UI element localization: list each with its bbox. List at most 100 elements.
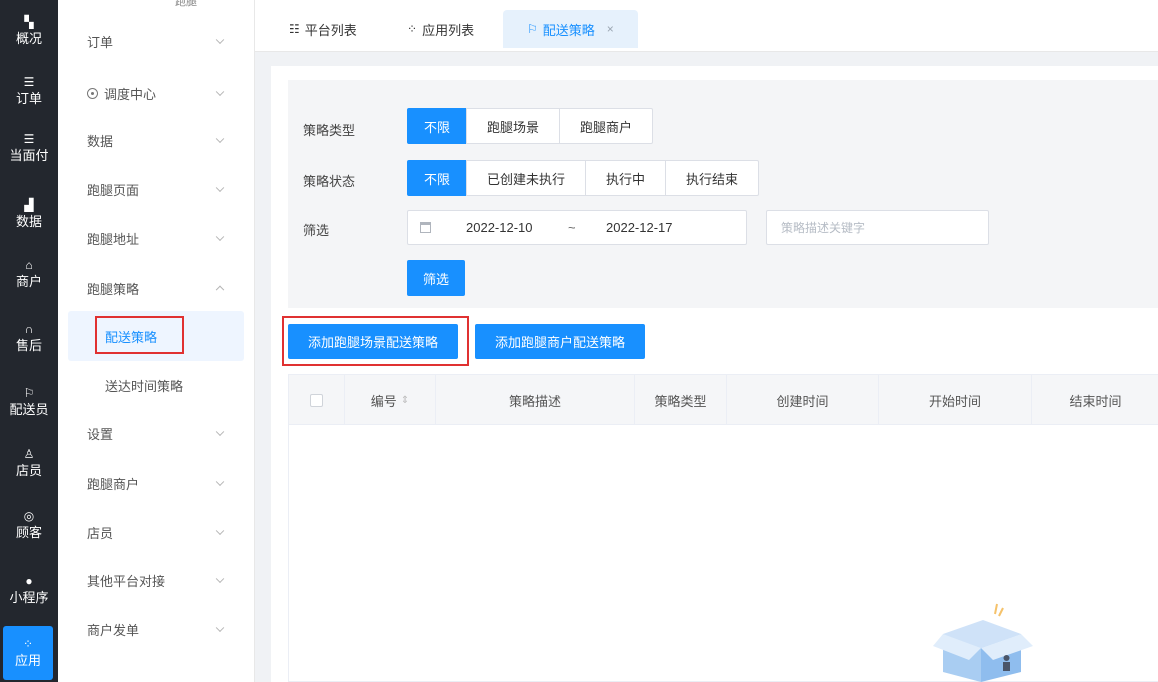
- scooter-icon: ⚐: [23, 386, 35, 400]
- headset-icon: ∩: [24, 322, 34, 336]
- date-end: 2022-12-17: [606, 220, 673, 235]
- submenu-item-label: 商户发单: [87, 622, 140, 638]
- column-header-created-at: 创建时间: [727, 375, 879, 425]
- strategy-status-option-created[interactable]: 已创建未执行: [466, 160, 587, 196]
- chevron-down-icon: [215, 477, 225, 487]
- chevron-down-icon: [215, 427, 225, 437]
- column-header-type: 策略类型: [635, 375, 727, 425]
- strategy-type-option-any[interactable]: 不限: [407, 108, 468, 144]
- submenu-item-label: 跑腿策略: [87, 281, 140, 297]
- rail-label: 概况: [15, 31, 42, 46]
- rail-item-after-sales[interactable]: ∩ 售后: [0, 309, 58, 367]
- app-rail: ▚ 概况 ☰ 订单 ☰ 当面付 ▟ 数据 ⌂ 商户 ∩ 售后 ⚐ 配送员 ♙ 店…: [0, 0, 58, 682]
- strategy-status-option-any[interactable]: 不限: [407, 160, 468, 196]
- submenu-item-label: 调度中心: [104, 86, 157, 102]
- select-all-cell: [289, 375, 345, 425]
- screen-label: 筛选: [303, 223, 330, 238]
- table-header: 编号 ⇕ 策略描述 策略类型 创建时间 开始时间 结束时间: [289, 375, 1158, 425]
- rail-item-data[interactable]: ▟ 数据: [0, 185, 58, 243]
- filter-submit-button[interactable]: 筛选: [407, 260, 466, 296]
- bar-chart-icon: ▟: [24, 198, 34, 212]
- submenu-item-errand-address[interactable]: 跑腿地址: [58, 213, 254, 263]
- column-header-label: 策略类型: [654, 393, 707, 409]
- chevron-down-icon: [215, 35, 225, 45]
- tab-label: 平台列表: [304, 22, 357, 38]
- add-merchant-strategy-button[interactable]: 添加跑腿商户配送策略: [475, 324, 646, 359]
- submenu-item-clerk[interactable]: 店员: [58, 507, 254, 557]
- chevron-down-icon: [215, 232, 225, 242]
- rail-item-clerk[interactable]: ♙ 店员: [0, 434, 58, 492]
- strategy-status-label: 策略状态: [303, 174, 356, 189]
- submenu-item-label: 配送策略: [105, 329, 158, 345]
- chevron-down-icon: [215, 623, 225, 633]
- empty-state-illustration: [933, 603, 1033, 682]
- close-icon[interactable]: ×: [607, 22, 614, 36]
- strategy-type-option-merchant[interactable]: 跑腿商户: [559, 108, 654, 144]
- rail-label: 当面付: [9, 148, 49, 163]
- chevron-down-icon: [215, 574, 225, 584]
- keyword-input[interactable]: [766, 210, 989, 245]
- submenu-group-title: 跑腿: [175, 0, 197, 8]
- tab-delivery-strategy[interactable]: ⚐ 配送策略 ×: [503, 10, 638, 48]
- wechat-icon: ●: [25, 574, 33, 588]
- submenu-item-settings[interactable]: 设置: [58, 408, 254, 458]
- add-scene-strategy-button[interactable]: 添加跑腿场景配送策略: [288, 324, 459, 359]
- submenu-item-other-platforms[interactable]: 其他平台对接: [58, 555, 254, 605]
- chevron-up-icon: [215, 285, 225, 295]
- submenu-item-errand-strategy[interactable]: 跑腿策略: [58, 263, 254, 313]
- submenu-item-dispatch-center[interactable]: 调度中心: [58, 68, 254, 118]
- date-range-picker[interactable]: 2022-12-10 ~ 2022-12-17: [407, 210, 747, 245]
- rail-label: 小程序: [9, 590, 49, 605]
- column-header-id[interactable]: 编号 ⇕: [345, 375, 436, 425]
- rail-item-customer[interactable]: ◎ 顾客: [0, 496, 58, 554]
- user-icon: ♙: [23, 447, 35, 461]
- strategy-status-option-running[interactable]: 执行中: [585, 160, 667, 196]
- strategy-type-selector: 不限 跑腿场景 跑腿商户: [407, 108, 654, 144]
- select-all-checkbox[interactable]: [310, 393, 323, 407]
- rail-label: 顾客: [15, 525, 42, 540]
- submenu-item-delivery-strategy[interactable]: 配送策略: [68, 311, 244, 361]
- calendar-icon: [420, 222, 431, 233]
- rail-item-courier[interactable]: ⚐ 配送员: [0, 373, 58, 431]
- submenu-item-label: 跑腿地址: [87, 231, 140, 247]
- rail-item-overview[interactable]: ▚ 概况: [0, 2, 58, 60]
- tab-app-list[interactable]: ⁘ 应用列表: [393, 10, 488, 48]
- column-header-description: 策略描述: [436, 375, 635, 425]
- column-header-label: 结束时间: [1069, 393, 1122, 409]
- submenu-item-data[interactable]: 数据: [58, 115, 254, 165]
- scooter-icon: ⚐: [527, 22, 538, 36]
- rail-item-merchant[interactable]: ⌂ 商户: [0, 245, 58, 303]
- tab-label: 应用列表: [422, 22, 475, 38]
- chevron-down-icon: [215, 183, 225, 193]
- shop-icon: ⌂: [25, 258, 33, 272]
- date-separator: ~: [568, 220, 576, 235]
- sub-menu: 跑腿 订单 调度中心 数据 跑腿页面 跑腿地址 跑腿策略 配送策略 送达时间策略…: [58, 0, 255, 682]
- column-header-end-time: 结束时间: [1032, 375, 1158, 425]
- sort-icon: ⇕: [400, 394, 410, 406]
- submenu-item-errand-pages[interactable]: 跑腿页面: [58, 164, 254, 214]
- submenu-item-orders[interactable]: 订单: [58, 16, 254, 66]
- rail-item-orders[interactable]: ☰ 订单: [0, 62, 58, 120]
- submenu-item-merchant-dispatch[interactable]: 商户发单: [58, 604, 254, 654]
- chevron-down-icon: [215, 526, 225, 536]
- strategy-type-label: 策略类型: [303, 123, 356, 138]
- rail-item-apps[interactable]: ⁘ 应用: [3, 626, 53, 680]
- rail-label: 应用: [14, 653, 41, 668]
- apps-icon: ⁘: [22, 637, 34, 651]
- rail-label: 数据: [15, 214, 42, 229]
- submenu-item-label: 订单: [87, 34, 114, 50]
- customer-icon: ◎: [23, 509, 35, 523]
- chevron-down-icon: [215, 87, 225, 97]
- rail-label: 配送员: [9, 402, 49, 417]
- strategy-type-option-scene[interactable]: 跑腿场景: [466, 108, 561, 144]
- platform-list-icon: ☷: [289, 22, 300, 36]
- tab-platform-list[interactable]: ☷ 平台列表: [275, 10, 371, 48]
- column-header-label: 开始时间: [928, 393, 981, 409]
- list-icon: ☰: [23, 75, 35, 89]
- column-header-label: 策略描述: [508, 393, 561, 409]
- submenu-item-errand-merchant[interactable]: 跑腿商户: [58, 458, 254, 508]
- submenu-item-delivery-time-strategy[interactable]: 送达时间策略: [58, 360, 254, 410]
- strategy-status-option-finished[interactable]: 执行结束: [665, 160, 760, 196]
- rail-item-mini-program[interactable]: ● 小程序: [0, 561, 58, 619]
- rail-item-face-pay[interactable]: ☰ 当面付: [0, 119, 58, 177]
